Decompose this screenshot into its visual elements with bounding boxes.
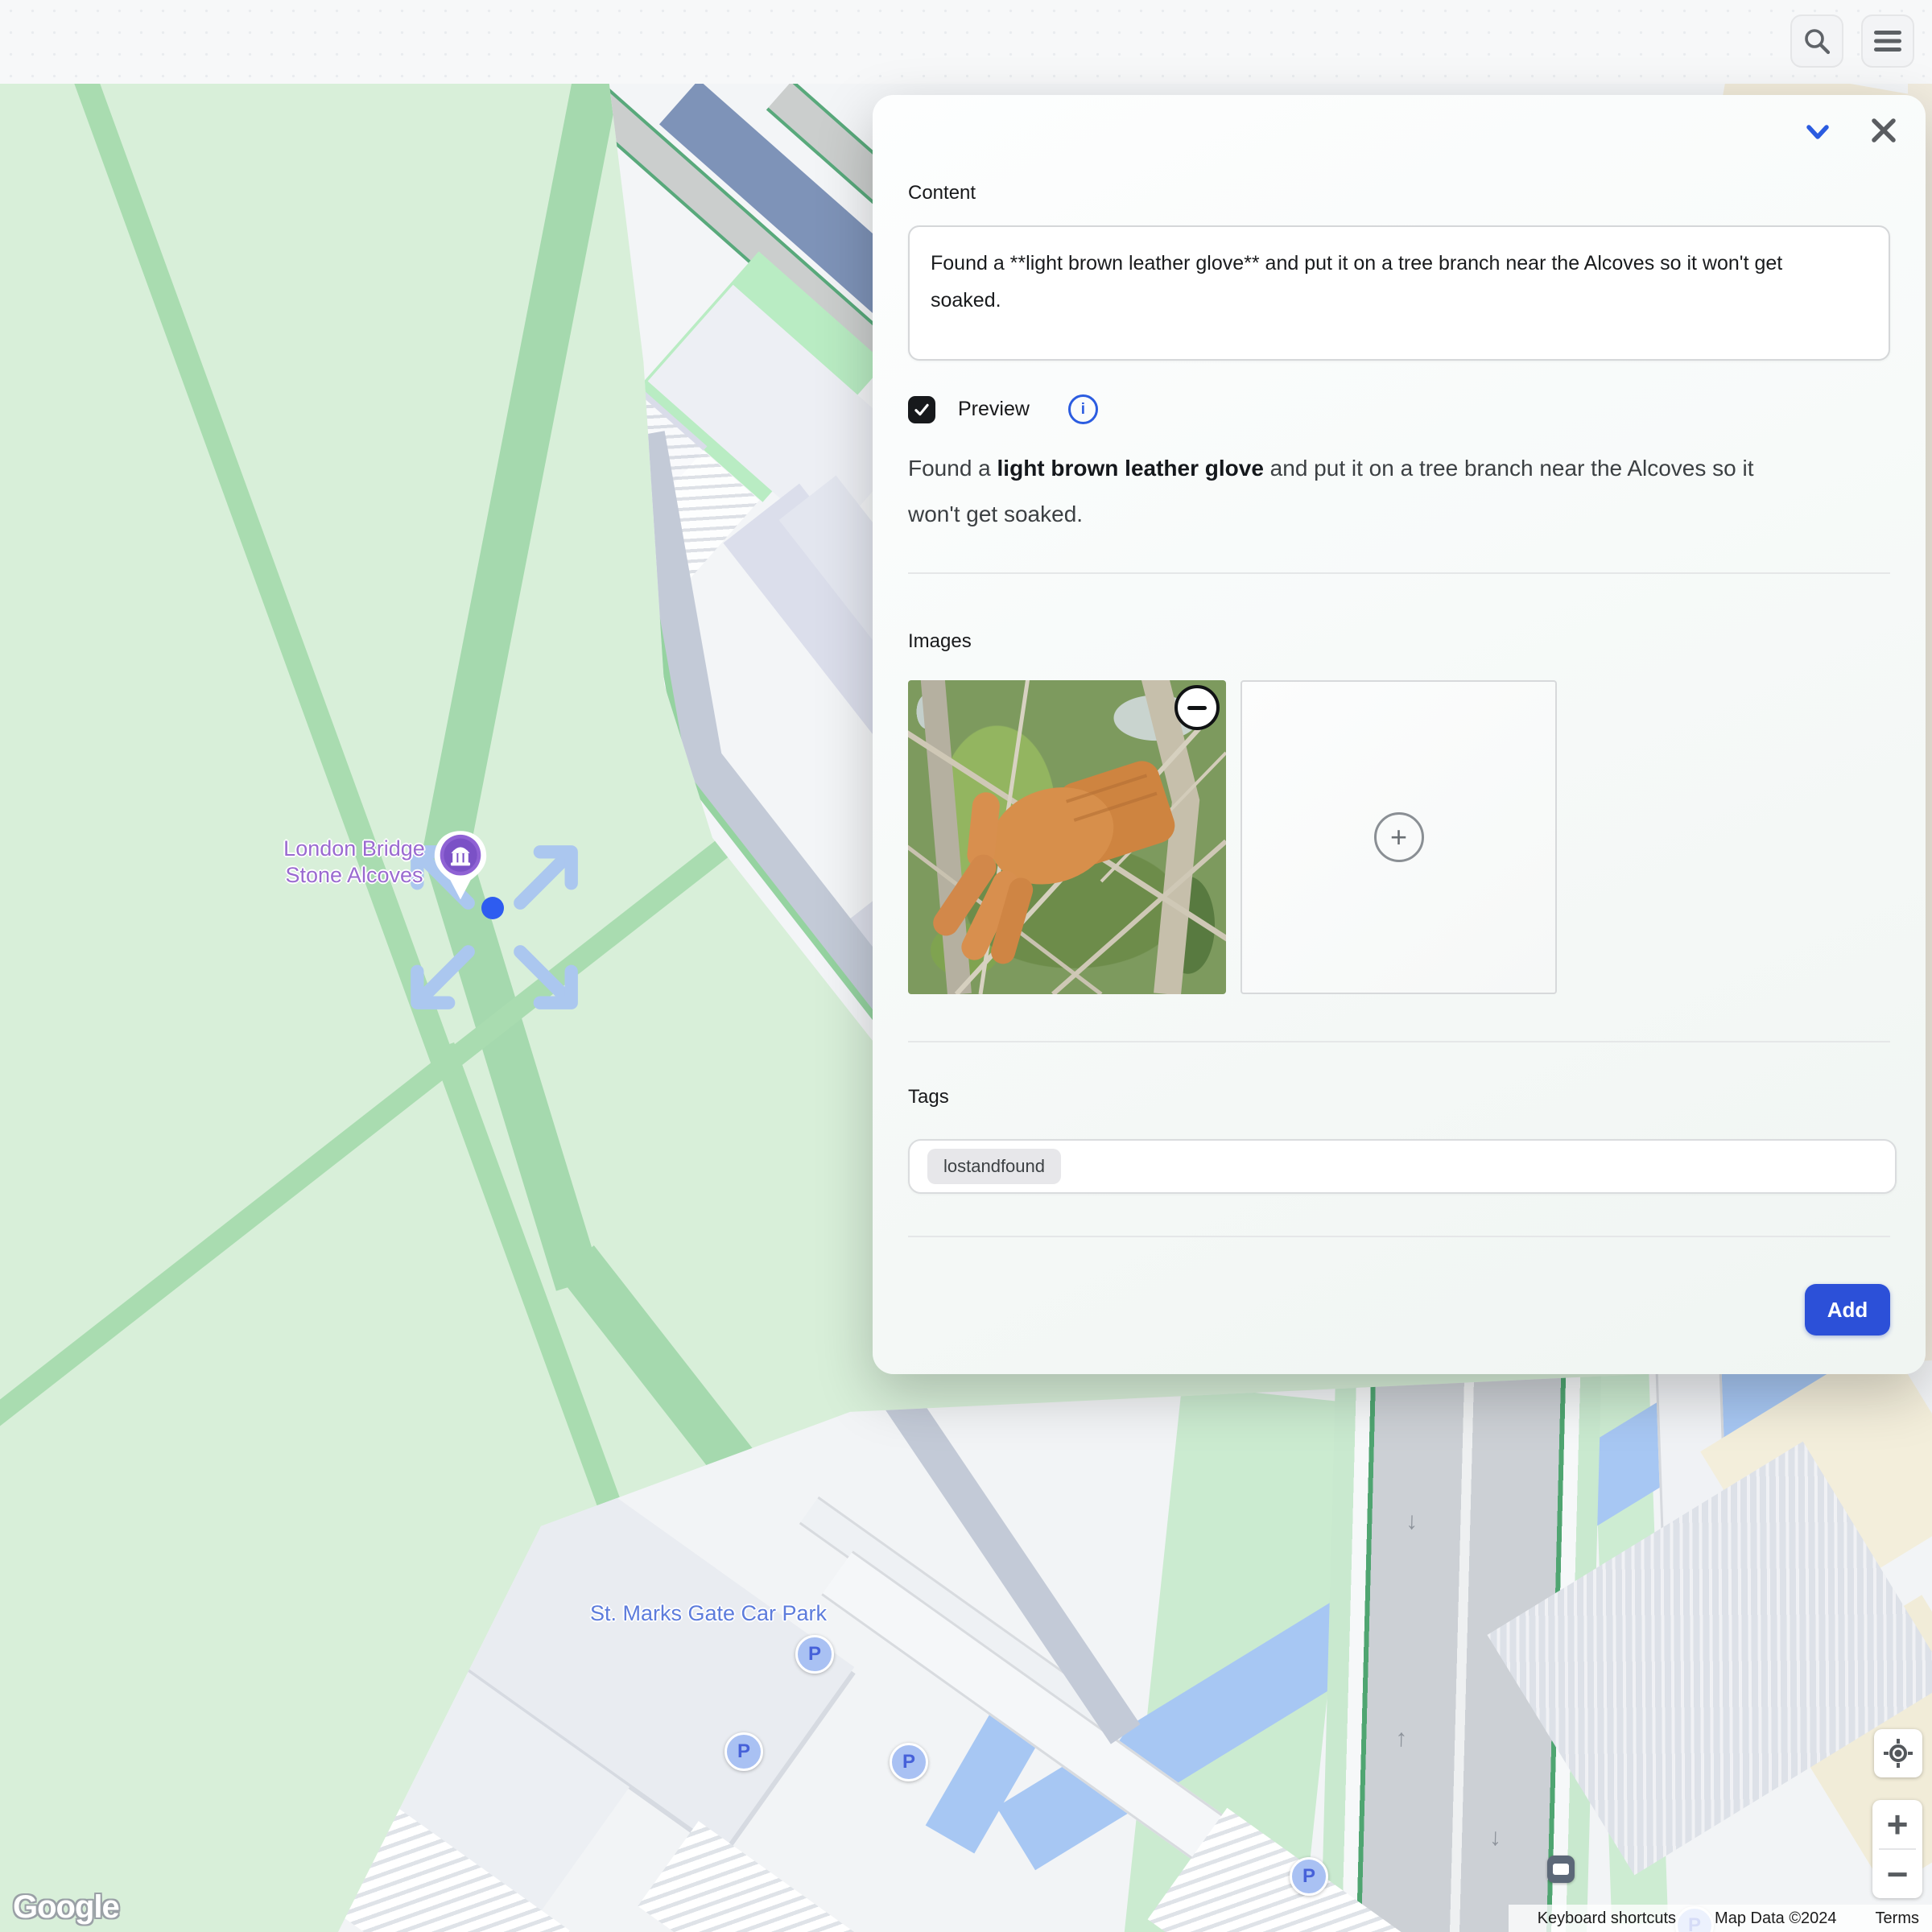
search-icon [1801,25,1833,57]
divider [908,572,1890,574]
keyboard-shortcuts-link[interactable]: Keyboard shortcuts [1538,1909,1676,1928]
tags-label: Tags [908,1086,1890,1108]
content-label: Content [908,95,1890,204]
glove-photo-art [908,680,1226,994]
parking-badge[interactable]: P [795,1635,834,1674]
zoom-in-button[interactable]: + [1872,1800,1922,1848]
transit-station-icon[interactable] [1547,1856,1575,1883]
parking-badge[interactable]: P [1290,1857,1328,1896]
my-location-button[interactable] [1874,1729,1922,1777]
tags-input[interactable]: lostandfound [908,1139,1897,1194]
info-icon[interactable]: i [1068,394,1098,424]
expand-arrow-sw-icon [406,940,480,1014]
preview-checkbox[interactable] [908,396,935,423]
post-editor-panel: Content Found a **light brown leather gl… [873,95,1926,1374]
search-button[interactable] [1790,14,1843,68]
car-park-label: St. Marks Gate Car Park [527,1600,890,1627]
zoom-control: + − [1872,1800,1922,1898]
preview-label: Preview [958,398,1030,421]
tag-chip[interactable]: lostandfound [927,1149,1061,1184]
images-tiles: + [908,680,1890,994]
parking-badge[interactable]: P [724,1732,763,1771]
screen: ↓ ↑ ↓ [0,0,1932,1932]
parking-badge[interactable]: P [890,1743,928,1781]
lane-arrow-icon: ↓ [1406,1508,1418,1535]
google-logo[interactable]: Google [13,1889,119,1926]
preview-text-bold: light brown leather glove [997,456,1264,481]
map-data-text: Map Data ©2024 [1715,1909,1837,1928]
divider [908,1041,1890,1042]
lane-arrow-icon: ↑ [1395,1725,1408,1752]
check-icon [912,400,931,419]
divider [908,1236,1890,1237]
remove-image-button[interactable] [1174,685,1220,730]
menu-icon [1872,28,1903,54]
plus-icon: + [1374,812,1424,862]
terms-link[interactable]: Terms [1876,1909,1919,1928]
content-textarea[interactable]: Found a **light brown leather glove** an… [908,225,1890,361]
poi-label: London Bridge Stone Alcoves [209,836,499,889]
top-bar [0,0,1932,84]
poi-label-line1: London Bridge [209,836,499,862]
crosshair-icon [1883,1738,1913,1769]
menu-button[interactable] [1861,14,1914,68]
lane-arrow-icon: ↓ [1489,1824,1502,1852]
images-label: Images [908,630,1890,653]
preview-text-prefix: Found a [908,456,997,481]
expand-arrow-se-icon [509,940,583,1014]
preview-row: Preview i [908,394,1890,424]
map-attribution: Keyboard shortcuts Map Data ©2024 Terms [1509,1905,1932,1932]
minus-icon [1187,706,1207,710]
zoom-out-button[interactable]: − [1872,1850,1922,1898]
panel-body: Content Found a **light brown leather gl… [873,95,1926,1374]
preview-rendered-text: Found a light brown leather glove and pu… [908,445,1777,537]
add-button[interactable]: Add [1805,1284,1890,1335]
parking-stripes [638,1821,895,1932]
image-thumbnail[interactable] [908,680,1226,994]
poi-label-line2: Stone Alcoves [209,862,499,889]
expand-arrow-ne-icon [509,840,583,914]
add-image-tile[interactable]: + [1241,680,1557,994]
